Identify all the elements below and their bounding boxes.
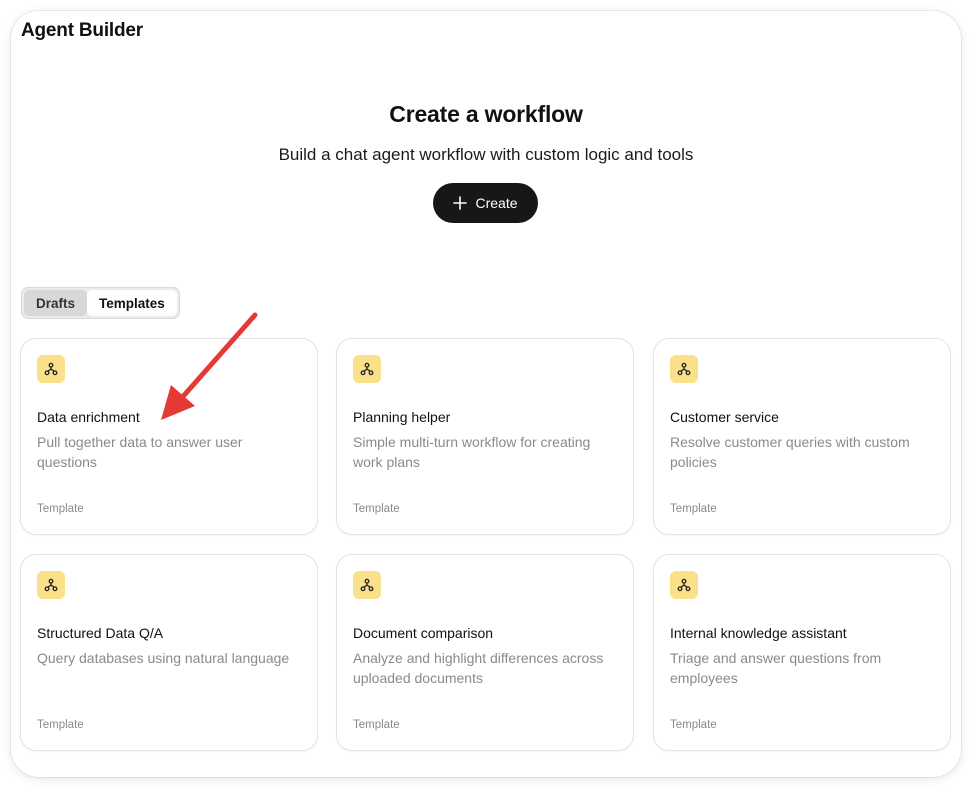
workflow-icon bbox=[353, 355, 381, 383]
workflow-icon bbox=[37, 355, 65, 383]
card-tag: Template bbox=[37, 719, 84, 731]
card-tag: Template bbox=[353, 503, 400, 515]
card-description: Triage and answer questions from employe… bbox=[670, 650, 882, 686]
card-tag: Template bbox=[670, 719, 717, 731]
create-button[interactable]: Create bbox=[433, 183, 538, 223]
template-card-document-comparison[interactable]: Document comparison Analyze and highligh… bbox=[336, 554, 634, 751]
card-title: Data enrichment bbox=[37, 409, 140, 425]
workflow-icon bbox=[670, 355, 698, 383]
app-title: Agent Builder bbox=[21, 20, 143, 41]
card-description: Resolve customer queries with custom pol… bbox=[670, 434, 910, 470]
card-title: Planning helper bbox=[353, 409, 451, 425]
card-description: Analyze and highlight differences across… bbox=[353, 650, 604, 686]
workflow-icon bbox=[670, 571, 698, 599]
card-tag: Template bbox=[670, 503, 717, 515]
tab-switcher: Drafts Templates bbox=[21, 287, 180, 319]
card-description: Query databases using natural language bbox=[37, 650, 290, 666]
card-description: Pull together data to answer user questi… bbox=[37, 434, 243, 470]
hero-section: Create a workflow Build a chat agent wor… bbox=[11, 101, 961, 165]
create-button-label: Create bbox=[475, 195, 518, 211]
card-title: Structured Data Q/A bbox=[37, 625, 164, 641]
workflow-icon bbox=[353, 571, 381, 599]
card-tag: Template bbox=[353, 719, 400, 731]
tab-templates[interactable]: Templates bbox=[87, 290, 177, 316]
card-tag: Template bbox=[37, 503, 84, 515]
template-card-data-enrichment[interactable]: Data enrichment Pull together data to an… bbox=[20, 338, 318, 535]
hero-title: Create a workflow bbox=[389, 101, 583, 127]
tab-drafts[interactable]: Drafts bbox=[24, 290, 88, 316]
card-title: Customer service bbox=[670, 409, 779, 425]
template-card-internal-knowledge-assistant[interactable]: Internal knowledge assistant Triage and … bbox=[653, 554, 951, 751]
template-card-planning-helper[interactable]: Planning helper Simple multi-turn workfl… bbox=[336, 338, 634, 535]
card-title: Document comparison bbox=[353, 625, 494, 641]
plus-icon bbox=[453, 196, 468, 210]
agent-builder-window: Agent Builder Create a workflow Build a … bbox=[11, 11, 961, 777]
template-card-customer-service[interactable]: Customer service Resolve customer querie… bbox=[653, 338, 951, 535]
card-description: Simple multi-turn workflow for creating … bbox=[353, 434, 591, 470]
template-card-structured-data-qa[interactable]: Structured Data Q/A Query databases usin… bbox=[20, 554, 318, 751]
card-title: Internal knowledge assistant bbox=[670, 625, 847, 641]
hero-subtitle: Build a chat agent workflow with custom … bbox=[278, 145, 694, 164]
workflow-icon bbox=[37, 571, 65, 599]
